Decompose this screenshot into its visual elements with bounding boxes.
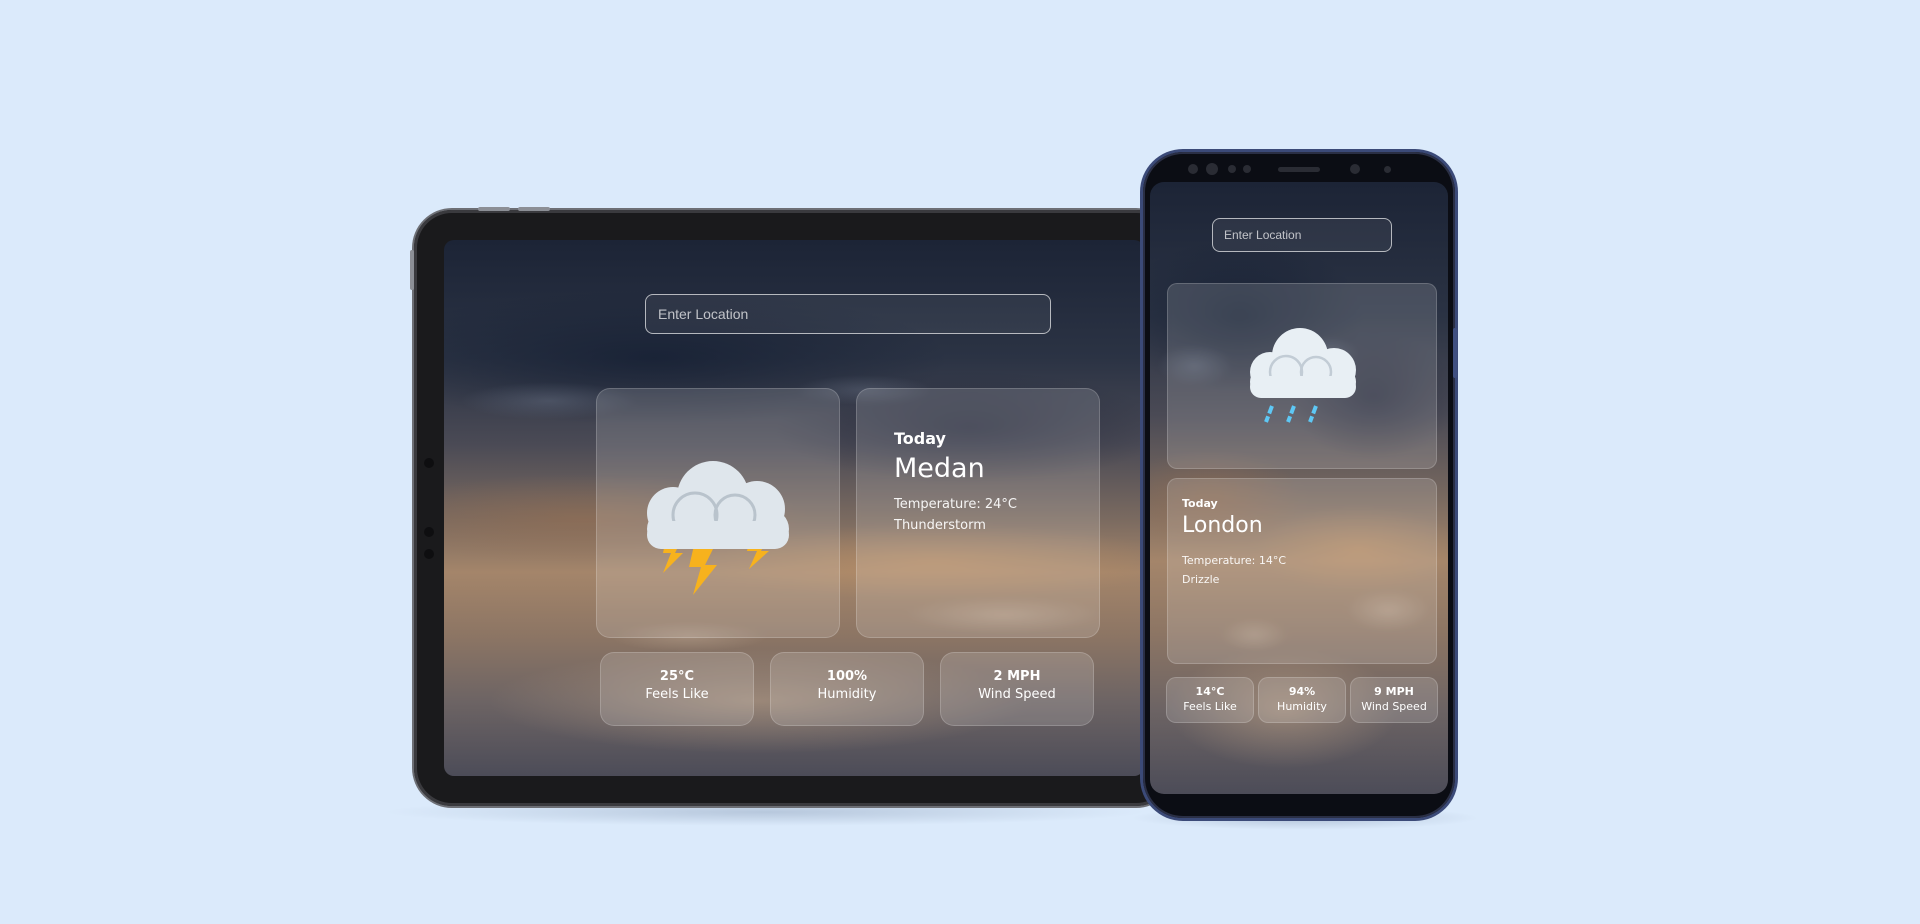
wind-speed-value: 9 MPH (1374, 685, 1414, 698)
humidity-label: Humidity (817, 687, 877, 702)
phone-screen: Today London Temperature: 14°C Drizzle 1… (1150, 182, 1448, 794)
phone-sensor (1243, 165, 1251, 173)
tablet-screen: Today Medan Temperature: 24°C Thundersto… (444, 240, 1144, 776)
day-label: Today (894, 429, 946, 448)
wind-speed-card: 9 MPH Wind Speed (1350, 677, 1438, 723)
phone-speaker (1278, 167, 1320, 172)
temperature-text: Temperature: 14°C (1182, 554, 1287, 567)
thunderstorm-cloud-icon (647, 461, 789, 595)
phone-iris-scanner (1350, 164, 1360, 174)
phone-sensor (1384, 166, 1391, 173)
humidity-card: 94% Humidity (1258, 677, 1346, 723)
feels-like-value: 25°C (659, 669, 695, 684)
phone-front-camera (1206, 163, 1218, 175)
tablet-volume-button (478, 207, 510, 211)
tablet-volume-button (518, 207, 550, 211)
rain-cloud-icon (1250, 328, 1356, 423)
location-search-input[interactable] (645, 294, 1051, 334)
phone-side-button (1453, 328, 1457, 378)
humidity-label: Humidity (1277, 700, 1327, 713)
weather-icon-card (596, 388, 840, 638)
tablet-power-button (410, 250, 414, 290)
city-name: Medan (894, 453, 985, 484)
wind-speed-label: Wind Speed (1361, 700, 1427, 713)
condition-text: Thunderstorm (894, 518, 986, 533)
feels-like-label: Feels Like (1183, 700, 1237, 713)
feels-like-label: Feels Like (645, 687, 709, 702)
location-search-input[interactable] (1212, 218, 1392, 252)
tablet-camera (424, 458, 434, 468)
phone-sensor (1188, 164, 1198, 174)
weather-icon-card (1167, 283, 1437, 469)
humidity-value: 94% (1288, 685, 1316, 698)
feels-like-card: 25°C Feels Like (600, 652, 754, 726)
condition-text: Drizzle (1182, 573, 1220, 586)
wind-speed-card: 2 MPH Wind Speed (940, 652, 1094, 726)
tablet-sensor (424, 549, 434, 559)
wind-speed-label: Wind Speed (978, 687, 1056, 702)
humidity-card: 100% Humidity (770, 652, 924, 726)
tablet-sensor (424, 527, 434, 537)
weather-info-card: Today Medan Temperature: 24°C Thundersto… (856, 388, 1100, 638)
phone-sensor (1228, 165, 1236, 173)
feels-like-card: 14°C Feels Like (1166, 677, 1254, 723)
day-label: Today (1182, 497, 1218, 510)
feels-like-value: 14°C (1195, 685, 1225, 698)
humidity-value: 100% (826, 669, 868, 684)
temperature-text: Temperature: 24°C (894, 497, 1017, 512)
weather-info-card: Today London Temperature: 14°C Drizzle (1167, 478, 1437, 664)
wind-speed-value: 2 MPH (993, 669, 1041, 684)
city-name: London (1182, 513, 1263, 538)
